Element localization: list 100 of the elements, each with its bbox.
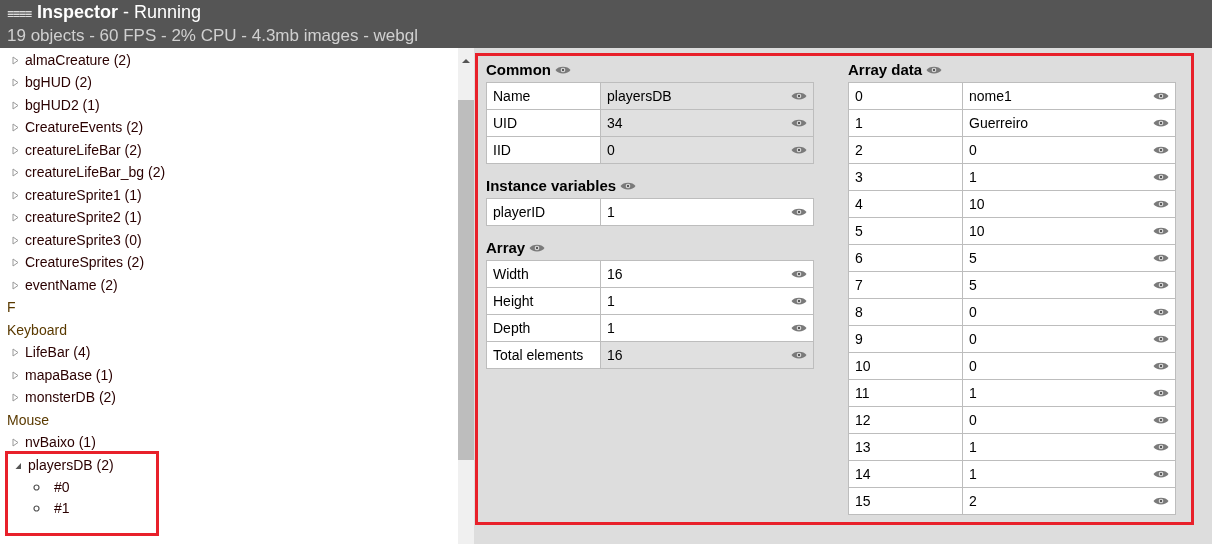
eye-icon[interactable] [1153, 145, 1169, 155]
eye-icon[interactable] [791, 118, 807, 128]
property-name: 0 [849, 83, 962, 109]
collapsed-triangle-icon[interactable] [12, 123, 19, 133]
scrollbar[interactable] [458, 48, 474, 544]
object-type-item[interactable]: almaCreature (2) [25, 49, 131, 71]
property-value-field[interactable]: 2 [963, 488, 1175, 514]
object-type-item[interactable]: creatureSprite1 (1) [25, 184, 142, 206]
collapsed-triangle-icon[interactable] [12, 280, 19, 290]
property-value-field[interactable]: 1 [963, 461, 1175, 487]
property-value-field[interactable]: 1 [601, 288, 813, 314]
eye-icon[interactable] [555, 65, 571, 75]
object-type-item[interactable]: LifeBar (4) [25, 342, 91, 364]
property-value-field[interactable]: playersDB [601, 83, 813, 109]
eye-icon[interactable] [1153, 199, 1169, 209]
eye-icon[interactable] [620, 181, 637, 191]
object-type-item[interactable]: eventName (2) [25, 274, 118, 296]
collapsed-triangle-icon[interactable] [12, 190, 19, 200]
collapsed-triangle-icon[interactable] [12, 393, 19, 403]
eye-icon[interactable] [791, 323, 807, 333]
property-value-field[interactable]: 1 [601, 199, 813, 225]
property-value-field[interactable]: 5 [963, 272, 1175, 298]
property-value-field[interactable]: 0 [963, 407, 1175, 433]
object-type-item[interactable]: creatureSprite2 (1) [25, 207, 142, 229]
object-type-item[interactable]: bgHUD (2) [25, 72, 92, 94]
collapsed-triangle-icon[interactable] [12, 348, 19, 358]
eye-icon[interactable] [1153, 361, 1169, 371]
eye-icon[interactable] [926, 65, 943, 75]
collapsed-triangle-icon[interactable] [12, 438, 19, 448]
eye-icon[interactable] [1153, 334, 1169, 344]
collapsed-triangle-icon[interactable] [12, 213, 19, 223]
menu-handle[interactable]: ≡≡≡≡ [7, 3, 31, 25]
property-value-field[interactable]: 10 [963, 191, 1175, 217]
eye-icon[interactable] [1153, 91, 1169, 101]
collapsed-triangle-icon[interactable] [12, 100, 19, 110]
object-type-item[interactable]: playersDB (2) [28, 454, 114, 476]
eye-icon[interactable] [1153, 226, 1169, 236]
eye-icon[interactable] [529, 243, 546, 253]
collapsed-triangle-icon[interactable] [12, 168, 19, 178]
eye-icon[interactable] [791, 145, 807, 155]
collapsed-triangle-icon[interactable] [12, 78, 19, 88]
eye-icon[interactable] [791, 296, 807, 306]
property-name: UID [487, 110, 600, 136]
eye-icon[interactable] [791, 269, 807, 279]
property-value-field[interactable]: nome1 [963, 83, 1175, 109]
object-type-item[interactable]: monsterDB (2) [25, 387, 117, 409]
object-item[interactable]: Mouse [7, 409, 50, 431]
property-value-field[interactable]: 0 [963, 137, 1175, 163]
collapsed-triangle-icon[interactable] [12, 235, 19, 245]
object-type-item[interactable]: CreatureEvents (2) [25, 117, 144, 139]
eye-icon[interactable] [791, 91, 807, 101]
property-value-field[interactable]: 0 [963, 353, 1175, 379]
eye-icon[interactable] [1153, 442, 1169, 452]
property-name: 10 [849, 353, 962, 379]
instance-item[interactable]: #0 [54, 476, 70, 498]
property-value-field[interactable]: 34 [601, 110, 813, 136]
object-item[interactable]: Keyboard [7, 319, 67, 341]
property-value-field[interactable]: 10 [963, 218, 1175, 244]
eye-icon[interactable] [1153, 172, 1169, 182]
object-type-item[interactable]: nvBaixo (1) [25, 432, 96, 454]
property-name: 11 [849, 380, 962, 406]
eye-icon[interactable] [1153, 388, 1169, 398]
property-value-field[interactable]: 16 [601, 342, 813, 368]
property-value-field[interactable]: 1 [963, 434, 1175, 460]
property-value-field[interactable]: 0 [601, 137, 813, 163]
collapsed-triangle-icon[interactable] [12, 55, 19, 65]
object-type-item[interactable]: mapaBase (1) [25, 364, 113, 386]
property-value-field[interactable]: 0 [963, 299, 1175, 325]
bullet-icon [33, 504, 40, 512]
eye-icon[interactable] [791, 207, 807, 217]
eye-icon[interactable] [1153, 415, 1169, 425]
eye-icon[interactable] [1153, 118, 1169, 128]
collapsed-triangle-icon[interactable] [12, 145, 19, 155]
object-type-item[interactable]: creatureLifeBar (2) [25, 139, 142, 161]
object-type-item[interactable]: creatureLifeBar_bg (2) [25, 162, 166, 184]
property-value-field[interactable]: 1 [963, 164, 1175, 190]
property-name: 1 [849, 110, 962, 136]
property-value-field[interactable]: 0 [963, 326, 1175, 352]
object-type-item[interactable]: bgHUD2 (1) [25, 94, 100, 116]
instance-item[interactable]: #1 [54, 497, 70, 519]
object-item[interactable]: F [7, 297, 16, 319]
property-name: Name [487, 83, 600, 109]
collapsed-triangle-icon[interactable] [12, 370, 19, 380]
eye-icon[interactable] [1153, 280, 1169, 290]
property-value-field[interactable]: Guerreiro [963, 110, 1175, 136]
scroll-up-icon[interactable] [462, 58, 470, 64]
collapsed-triangle-icon[interactable] [12, 258, 19, 268]
object-type-item[interactable]: creatureSprite3 (0) [25, 229, 142, 251]
property-value-field[interactable]: 1 [963, 380, 1175, 406]
scrollbar-thumb[interactable] [458, 100, 474, 460]
property-value-field[interactable]: 1 [601, 315, 813, 341]
property-name: 4 [849, 191, 962, 217]
object-type-item[interactable]: CreatureSprites (2) [25, 252, 145, 274]
property-value-field[interactable]: 16 [601, 261, 813, 287]
eye-icon[interactable] [1153, 469, 1169, 479]
property-value-field[interactable]: 5 [963, 245, 1175, 271]
eye-icon[interactable] [791, 350, 807, 360]
eye-icon[interactable] [1153, 496, 1169, 506]
eye-icon[interactable] [1153, 307, 1169, 317]
eye-icon[interactable] [1153, 253, 1169, 263]
